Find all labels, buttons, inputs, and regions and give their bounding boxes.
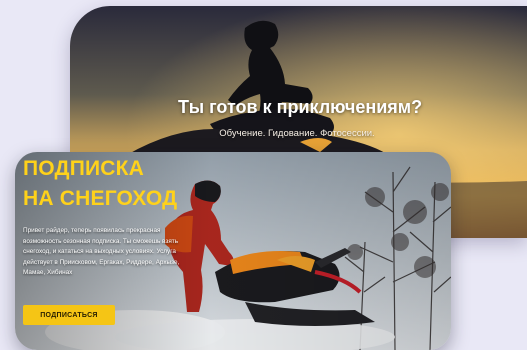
subscription-title-line2: НА СНЕГОХОД (23, 187, 178, 210)
subscription-title: ПОДПИСКА НА СНЕГОХОД (23, 154, 177, 214)
hero-title: Ты готов к приключениям? (178, 97, 423, 117)
subscription-title-line1: ПОДПИСКА (23, 157, 145, 180)
hero-subtitle: Обучение. Гидование. Фотосессии. (219, 128, 375, 139)
subscription-card: ПОДПИСКА НА СНЕГОХОД Привет райдер, тепе… (15, 152, 451, 350)
subscription-description: Привет райдер, теперь появилась прекрасн… (23, 227, 180, 277)
subscribe-button[interactable]: ПОДПИСАТЬСЯ (23, 305, 115, 325)
